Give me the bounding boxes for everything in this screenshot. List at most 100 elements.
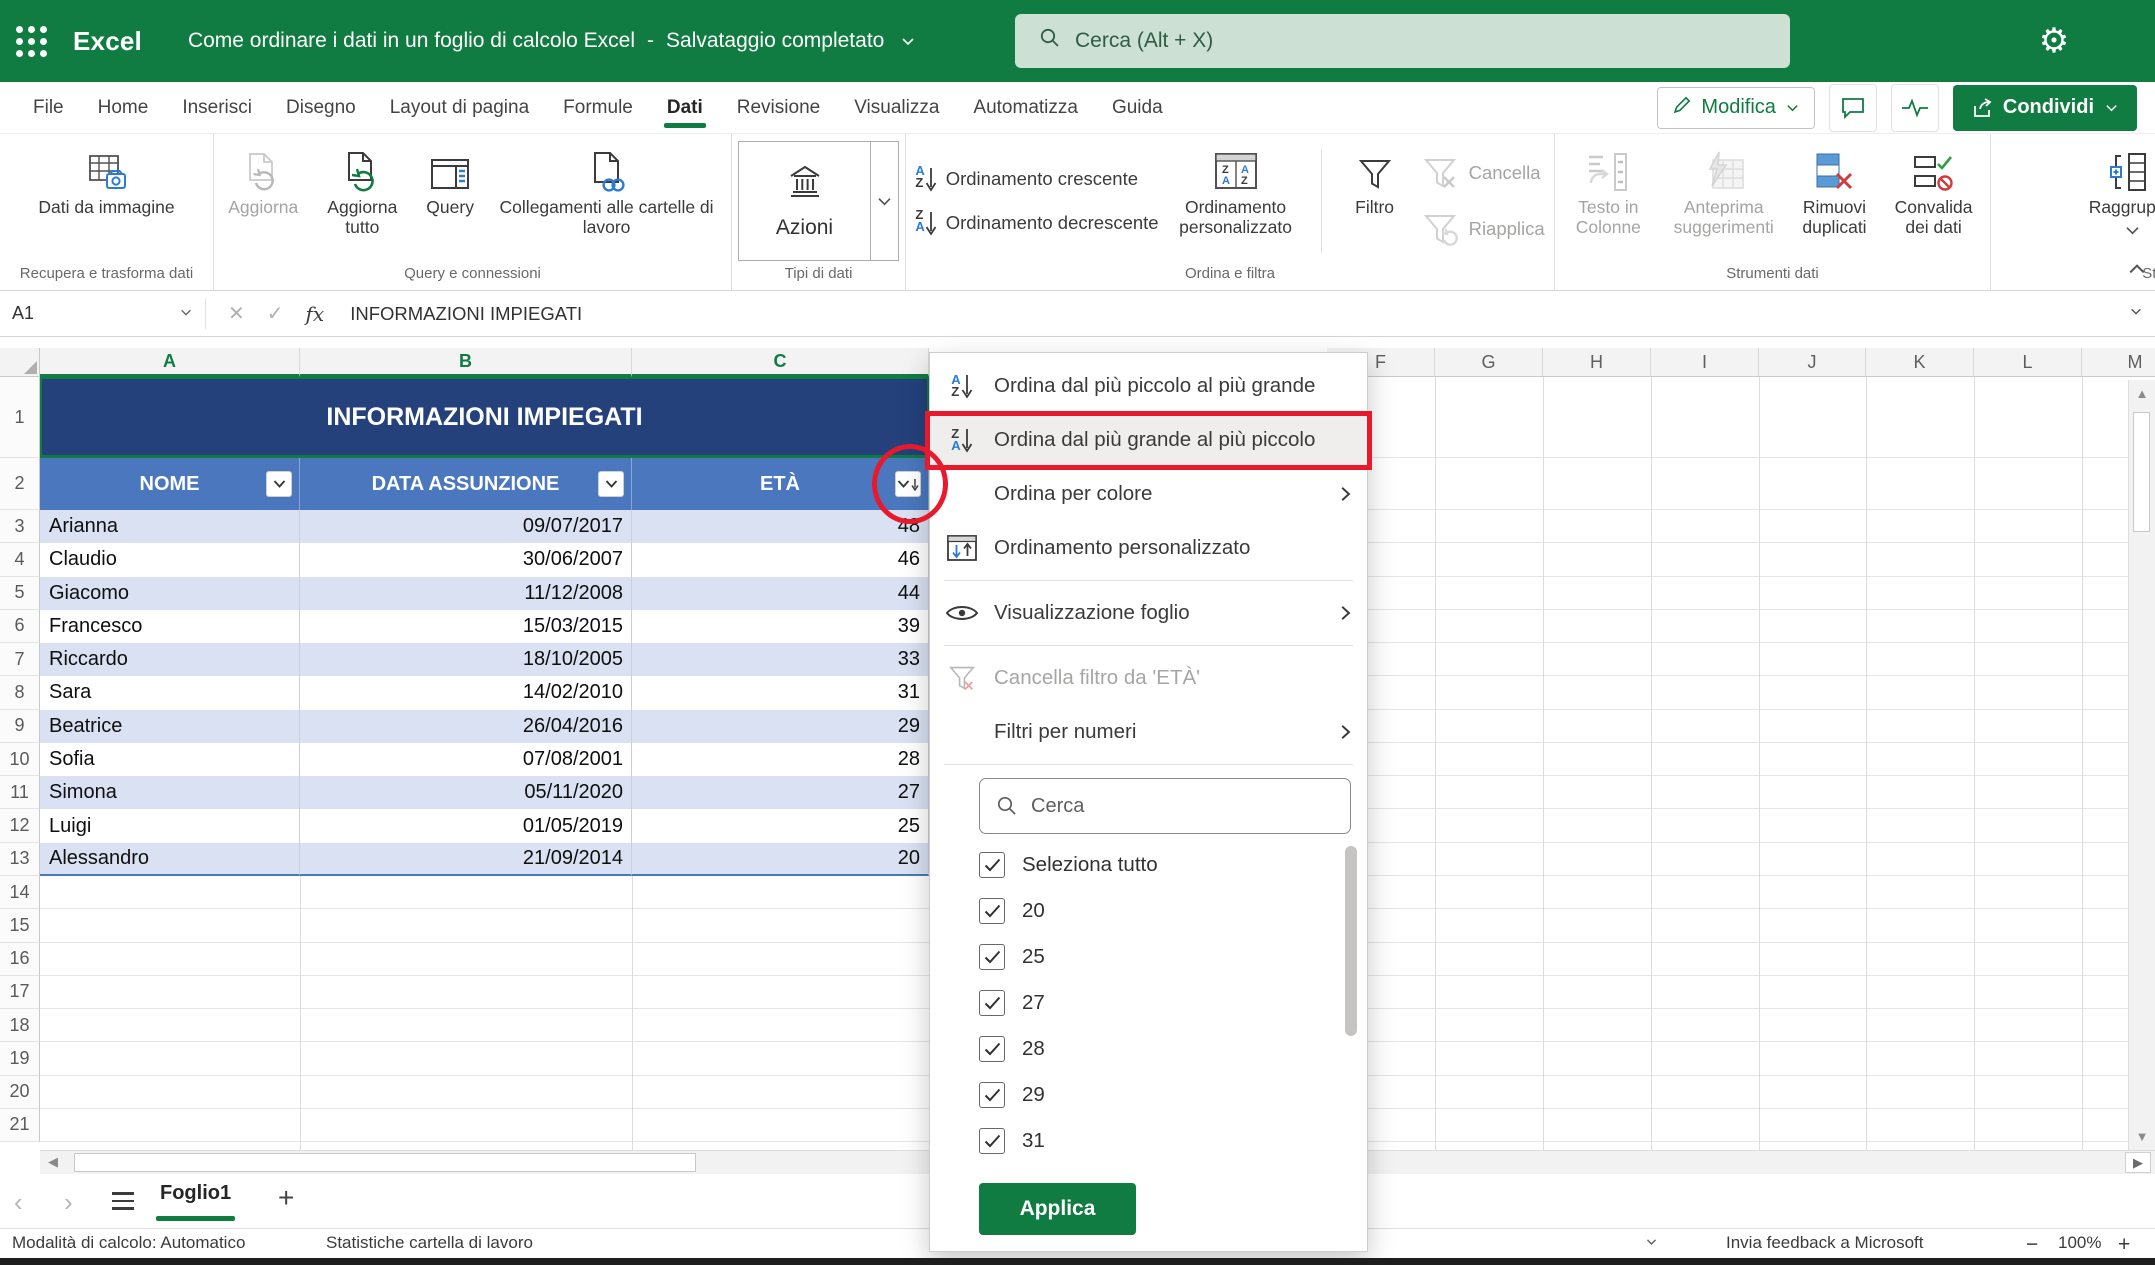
row-header-7[interactable]: 7 (0, 643, 40, 676)
gear-icon[interactable]: ⚙ (2028, 15, 2080, 67)
scroll-up-icon[interactable]: ▲ (2129, 386, 2155, 401)
document-title-bar[interactable]: Come ordinare i dati in un foglio di cal… (188, 29, 916, 53)
tab-formule[interactable]: Formule (546, 82, 650, 133)
workbook-stats-status[interactable]: Statistiche cartella di lavoro (326, 1233, 533, 1253)
row-header-20[interactable]: 20 (0, 1076, 40, 1109)
menu-item-ordina-per-colore[interactable]: Ordina per colore (930, 467, 1367, 521)
ribbon-button-ordinamento-crescente[interactable]: AZOrdinamento crescente (915, 165, 1158, 193)
tab-visualizza[interactable]: Visualizza (837, 82, 956, 133)
table-cell[interactable]: 27 (632, 776, 929, 809)
filter-dropdown-button-nome[interactable] (266, 471, 292, 497)
chevron-down-icon[interactable] (900, 33, 916, 49)
row-header-15[interactable]: 15 (0, 909, 40, 942)
column-header-J[interactable]: J (1759, 348, 1866, 377)
ribbon-button-query[interactable]: Query (418, 140, 482, 262)
sheet-tab-foglio1[interactable]: Foglio1 (160, 1182, 231, 1205)
table-cell[interactable]: 15/03/2015 (300, 610, 632, 643)
table-cell[interactable]: Sara (40, 676, 300, 709)
row-header-2[interactable]: 2 (0, 458, 40, 510)
table-cell[interactable]: Riccardo (40, 643, 300, 676)
collapse-ribbon-icon[interactable] (2128, 262, 2146, 281)
ribbon-button-dati-da-immagine[interactable]: Dati da immagine (31, 140, 183, 262)
ribbon-button-convalida-dei-dati[interactable]: Convalida dei dati (1883, 140, 1984, 262)
activity-button[interactable] (1891, 84, 1939, 132)
table-cell[interactable]: Francesco (40, 610, 300, 643)
chevron-down-icon[interactable] (870, 142, 898, 260)
vertical-scrollbar[interactable]: ▲ ▼ (2128, 380, 2155, 1150)
name-box[interactable]: A1 (0, 291, 205, 336)
table-cell[interactable]: 20 (632, 843, 929, 876)
calc-mode-status[interactable]: Modalità di calcolo: Automatico (12, 1233, 245, 1253)
confirm-entry-icon[interactable]: ✓ (267, 301, 284, 326)
comments-button[interactable] (1829, 84, 1877, 132)
table-cell[interactable]: 26/04/2016 (300, 710, 632, 743)
share-button[interactable]: Condividi (1953, 85, 2137, 131)
table-header-nome[interactable]: NOME (40, 458, 300, 510)
filter-dropdown-button-data-assunzione[interactable] (598, 471, 624, 497)
table-cell[interactable]: 31 (632, 676, 929, 709)
table-cell[interactable]: 39 (632, 610, 929, 643)
column-header-K[interactable]: K (1866, 348, 1974, 377)
table-cell[interactable]: 48 (632, 510, 929, 543)
expand-formula-bar-icon[interactable] (2129, 304, 2143, 323)
row-header-14[interactable]: 14 (0, 876, 40, 909)
row-header-9[interactable]: 9 (0, 710, 40, 743)
table-cell[interactable]: 21/09/2014 (300, 843, 632, 876)
row-header-3[interactable]: 3 (0, 510, 40, 543)
row-header-4[interactable]: 4 (0, 543, 40, 576)
table-cell[interactable]: 25 (632, 809, 929, 842)
column-header-M[interactable]: M (2082, 348, 2155, 377)
search-input[interactable]: Cerca (Alt + X) (1015, 14, 1790, 68)
chevron-down-icon[interactable] (1645, 1233, 1658, 1253)
table-cell[interactable]: Arianna (40, 510, 300, 543)
table-cell[interactable]: 11/12/2008 (300, 577, 632, 610)
row-header-18[interactable]: 18 (0, 1009, 40, 1042)
menu-item-ordina-dal-pi-grande-al-pi-piccolo[interactable]: ZAOrdina dal più grande al più piccolo (930, 413, 1367, 467)
scroll-left-icon[interactable]: ◀ (48, 1154, 58, 1170)
row-header-19[interactable]: 19 (0, 1042, 40, 1075)
ribbon-button-azioni[interactable]: Azioni (738, 141, 899, 261)
formula-content[interactable]: INFORMAZIONI IMPIEGATI (350, 303, 582, 325)
menu-item-ordinamento-personalizzato[interactable]: Ordinamento personalizzato (930, 521, 1367, 575)
table-cell[interactable]: 18/10/2005 (300, 643, 632, 676)
tab-revisione[interactable]: Revisione (720, 82, 837, 133)
menu-item-filtri-per-numeri[interactable]: Filtri per numeri (930, 705, 1367, 759)
table-cell[interactable]: 01/05/2019 (300, 809, 632, 842)
table-cell[interactable]: Simona (40, 776, 300, 809)
tab-dati[interactable]: Dati (650, 82, 720, 133)
tab-automatizza[interactable]: Automatizza (956, 82, 1095, 133)
sheet-list-icon[interactable] (112, 1192, 134, 1210)
tab-disegno[interactable]: Disegno (269, 82, 373, 133)
table-cell[interactable]: 46 (632, 543, 929, 576)
table-cell[interactable]: Alessandro (40, 843, 300, 876)
edit-mode-button[interactable]: Modifica (1657, 87, 1814, 129)
chevron-down-icon[interactable] (179, 303, 193, 324)
filter-checkbox-27[interactable]: 27 (930, 980, 1367, 1026)
row-header-16[interactable]: 16 (0, 943, 40, 976)
table-title-cell[interactable]: INFORMAZIONI IMPIEGATI (40, 377, 929, 458)
filter-list-scrollbar[interactable] (1345, 846, 1357, 1036)
filter-checkbox-25[interactable]: 25 (930, 934, 1367, 980)
next-sheet-icon[interactable]: › (64, 1187, 73, 1218)
table-cell[interactable]: Claudio (40, 543, 300, 576)
zoom-out-button[interactable]: − (2026, 1233, 2038, 1257)
column-header-L[interactable]: L (1974, 348, 2082, 377)
menu-item-ordina-dal-pi-piccolo-al-pi-grande[interactable]: AZOrdina dal più piccolo al più grande (930, 359, 1367, 413)
insert-function-icon[interactable]: fx (306, 302, 325, 326)
tab-file[interactable]: File (16, 82, 81, 133)
previous-sheet-icon[interactable]: ‹ (14, 1187, 23, 1218)
table-cell[interactable]: 29 (632, 710, 929, 743)
zoom-level[interactable]: 100% (2058, 1233, 2101, 1253)
filter-dropdown-button-età[interactable] (895, 471, 921, 497)
horizontal-scroll-thumb[interactable] (74, 1153, 696, 1172)
column-header-I[interactable]: I (1651, 348, 1759, 377)
menu-item-visualizzazione-foglio[interactable]: Visualizzazione foglio (930, 586, 1367, 640)
scroll-down-icon[interactable]: ▼ (2129, 1129, 2155, 1144)
ribbon-button-ordinamento-personalizzato[interactable]: ZAAZOrdinamento personalizzato (1165, 140, 1307, 262)
column-header-G[interactable]: G (1435, 348, 1543, 377)
ribbon-button-collegamenti-alle-cartelle-di-lavoro[interactable]: Collegamenti alle cartelle di lavoro (488, 140, 725, 262)
row-header-11[interactable]: 11 (0, 776, 40, 809)
column-header-C[interactable]: C (632, 348, 929, 377)
vertical-scroll-thumb[interactable] (2133, 412, 2150, 532)
table-cell[interactable]: Giacomo (40, 577, 300, 610)
